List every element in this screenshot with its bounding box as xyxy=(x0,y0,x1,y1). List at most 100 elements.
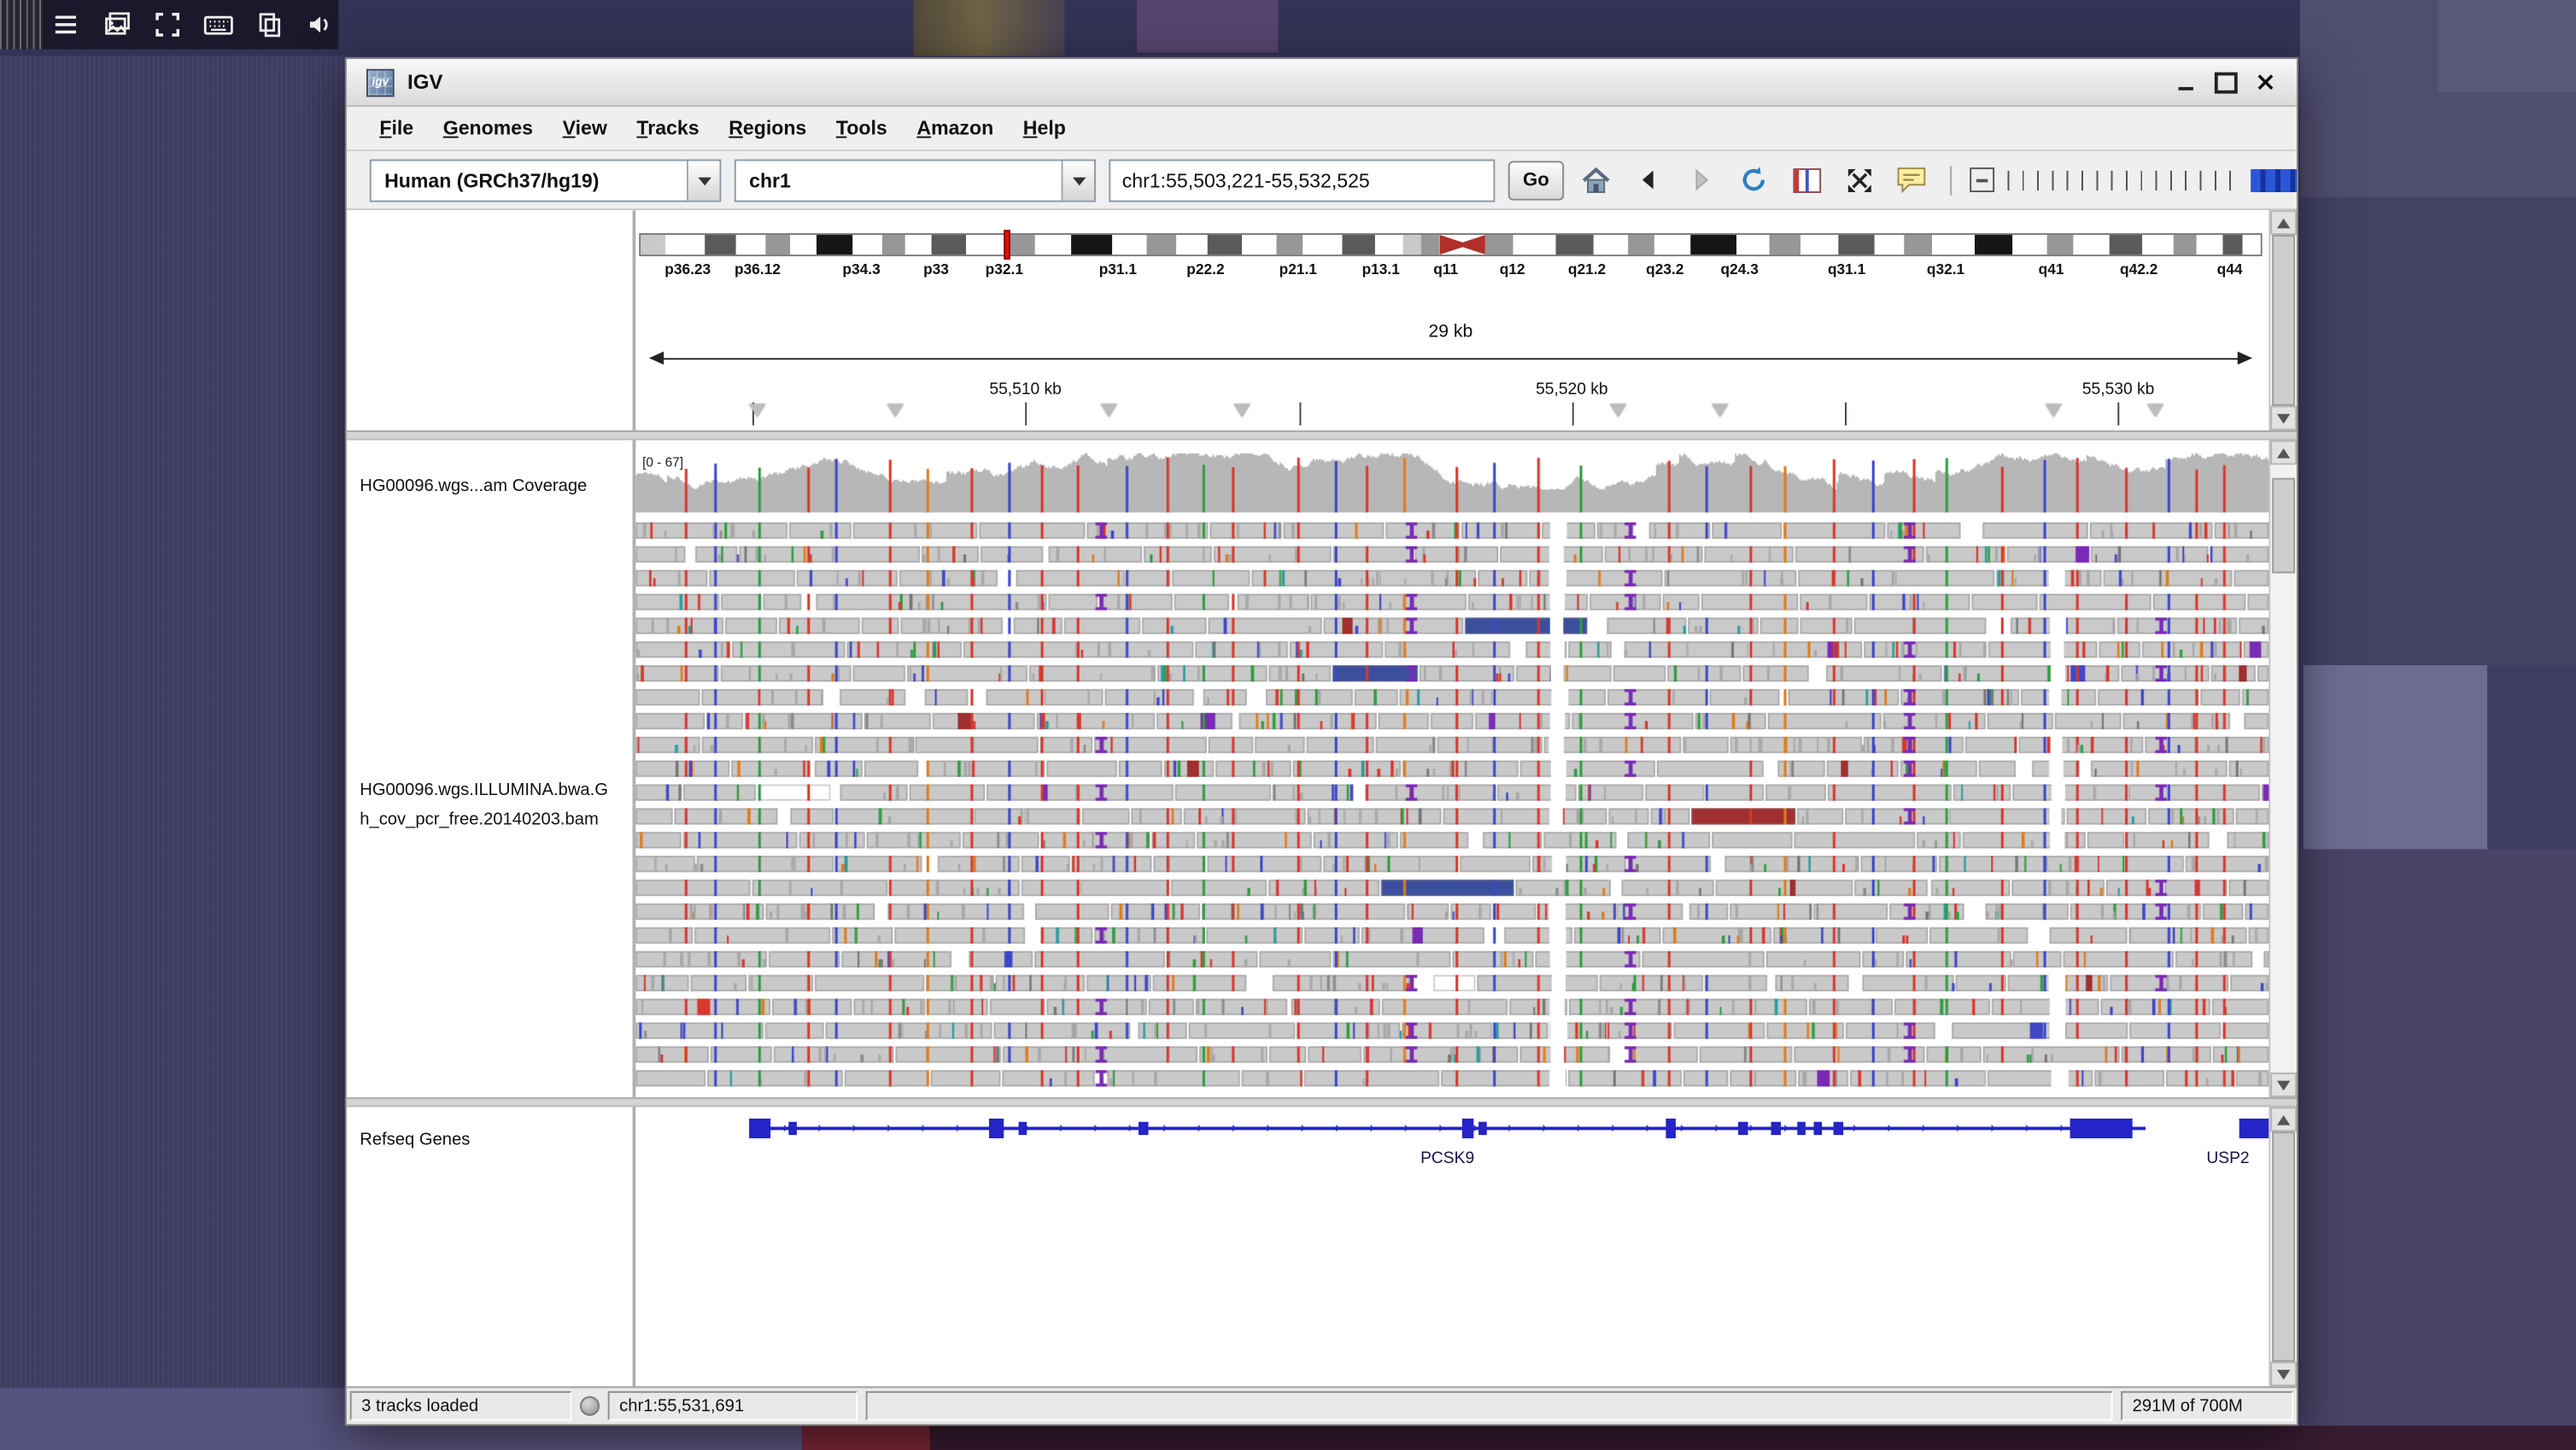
refresh-icon[interactable] xyxy=(1735,161,1774,200)
ideogram-band xyxy=(1276,235,1303,254)
scrollbar-thumb[interactable] xyxy=(2272,1131,2295,1361)
maximize-button[interactable] xyxy=(2213,70,2238,95)
locus-input[interactable] xyxy=(1109,159,1495,202)
menu-view[interactable]: View xyxy=(549,110,620,146)
gene-exon[interactable] xyxy=(2070,1119,2134,1138)
menu-icon[interactable] xyxy=(50,9,82,41)
region-marker-icon[interactable] xyxy=(2147,404,2163,425)
ideogram-band xyxy=(2143,235,2173,254)
chevron-down-icon[interactable] xyxy=(1062,161,1094,200)
alignment-canvas[interactable] xyxy=(635,440,2269,1096)
region-marker-icon[interactable] xyxy=(1101,404,1117,425)
fullscreen-icon[interactable] xyxy=(151,9,184,41)
chevron-down-icon[interactable] xyxy=(687,161,719,200)
ideogram-band-label: p31.1 xyxy=(1099,261,1137,278)
ideogram-band xyxy=(1147,235,1177,254)
gene-exon[interactable] xyxy=(1771,1122,1780,1135)
menu-tracks[interactable]: Tracks xyxy=(624,110,712,146)
window-title: IGV xyxy=(407,71,442,94)
forward-arrow-icon[interactable] xyxy=(1683,161,1722,200)
desktop-patch xyxy=(1137,0,1278,53)
region-marker-icon[interactable] xyxy=(749,404,765,425)
title-bar[interactable]: igv IGV xyxy=(347,59,2297,107)
gene-exon[interactable] xyxy=(1478,1122,1487,1135)
scrollbar-thumb[interactable] xyxy=(2272,235,2295,406)
scroll-up-icon[interactable] xyxy=(2270,440,2297,465)
scrollbar-track[interactable] xyxy=(2270,1131,2297,1361)
gene-scrollbar[interactable] xyxy=(2269,1107,2297,1386)
ideogram-band-label: q21.2 xyxy=(1568,261,1606,278)
ideogram-band xyxy=(1113,235,1146,254)
gene-exon[interactable] xyxy=(1666,1119,1676,1138)
keyboard-icon[interactable] xyxy=(202,9,235,41)
scrollbar-thumb[interactable] xyxy=(2272,478,2295,574)
gene-data-area[interactable]: ››››››››››››››››››››››››››››››››››››››››… xyxy=(635,1107,2269,1386)
gene-name-panel: Refseq Genes xyxy=(347,1107,636,1386)
screenshot-icon[interactable] xyxy=(100,9,132,41)
ideogram-band xyxy=(1931,235,1974,254)
region-marker-icon[interactable] xyxy=(2046,404,2062,425)
scroll-up-icon[interactable] xyxy=(2270,210,2297,235)
menu-genomes[interactable]: Genomes xyxy=(430,110,546,146)
zoom-out-icon[interactable] xyxy=(1970,167,1994,192)
gene-exon[interactable] xyxy=(1738,1122,1748,1135)
chromosome-select[interactable]: chr1 xyxy=(735,159,1096,202)
gene-exon[interactable] xyxy=(1018,1122,1027,1135)
ideogram-band-label: q32.1 xyxy=(1927,261,1964,278)
scroll-up-icon[interactable] xyxy=(2270,1107,2297,1131)
scroll-down-icon[interactable] xyxy=(2270,406,2297,430)
genome-select[interactable]: Human (GRCh37/hg19) xyxy=(370,159,722,202)
gene-exon[interactable] xyxy=(1813,1122,1822,1135)
region-marker-icon[interactable] xyxy=(1611,404,1627,425)
gene-exon[interactable] xyxy=(988,1119,1003,1138)
alignment-track-name-line1[interactable]: HG00096.wgs.ILLUMINA.bwa.G xyxy=(360,781,629,802)
back-arrow-icon[interactable] xyxy=(1630,161,1669,200)
panel-divider[interactable] xyxy=(347,1097,2297,1108)
ruler-span-arrow-left xyxy=(642,352,664,365)
chromosome-ideogram[interactable] xyxy=(639,233,2262,256)
gene-exon[interactable] xyxy=(748,1119,770,1138)
panel-divider[interactable] xyxy=(347,430,2297,441)
ideogram-band xyxy=(966,235,1005,254)
gene-exon[interactable] xyxy=(789,1122,798,1135)
menu-amazon[interactable]: Amazon xyxy=(904,110,1007,146)
ruler-tick-label: 55,520 kb xyxy=(1536,381,1608,399)
region-marker-icon[interactable] xyxy=(1712,404,1729,425)
close-button[interactable] xyxy=(2252,70,2277,95)
zoom-slider-level[interactable] xyxy=(2251,168,2297,191)
menu-file[interactable]: File xyxy=(366,110,427,146)
ruler[interactable]: 29 kb 55,510 kb55,520 kb55,530 kb xyxy=(642,322,2259,427)
define-region-icon[interactable] xyxy=(1788,161,1827,200)
scroll-down-icon[interactable] xyxy=(2270,1073,2297,1097)
home-icon[interactable] xyxy=(1578,161,1617,200)
gene-exon[interactable] xyxy=(1462,1119,1473,1138)
gene-exon[interactable] xyxy=(2239,1119,2269,1138)
coverage-track-name[interactable]: HG00096.wgs...am Coverage xyxy=(360,477,629,498)
alignment-scrollbar[interactable] xyxy=(2269,440,2297,1096)
gene-exon[interactable] xyxy=(1833,1122,1842,1135)
minimize-button[interactable] xyxy=(2174,70,2198,95)
zoom-slider[interactable] xyxy=(2007,170,2237,190)
alignment-data-area: [0 - 67] xyxy=(635,440,2269,1096)
gene-exon[interactable] xyxy=(1797,1122,1806,1135)
gene-exon[interactable] xyxy=(1139,1122,1148,1135)
scrollbar-track[interactable] xyxy=(2270,465,2297,1073)
ideogram-band xyxy=(1974,235,2013,254)
menu-tools[interactable]: Tools xyxy=(823,110,901,146)
ruler-scrollbar[interactable] xyxy=(2269,210,2297,430)
ideogram-band xyxy=(1486,235,1513,254)
scrollbar-track[interactable] xyxy=(2270,235,2297,406)
fit-to-window-icon[interactable] xyxy=(1840,161,1879,200)
alignment-track-name-line2[interactable]: h_cov_pcr_free.20140203.bam xyxy=(360,810,629,831)
copy-icon[interactable] xyxy=(253,9,285,41)
speaker-icon[interactable] xyxy=(304,9,337,41)
tooltip-bubble-icon[interactable] xyxy=(1893,161,1932,200)
status-indicator xyxy=(580,1396,600,1416)
menu-help[interactable]: Help xyxy=(1010,110,1079,146)
menu-regions[interactable]: Regions xyxy=(716,110,820,146)
gene-track-name[interactable]: Refseq Genes xyxy=(360,1130,629,1151)
scroll-down-icon[interactable] xyxy=(2270,1362,2297,1387)
go-button[interactable]: Go xyxy=(1508,161,1564,200)
region-marker-icon[interactable] xyxy=(1234,404,1250,425)
region-marker-icon[interactable] xyxy=(888,404,905,425)
